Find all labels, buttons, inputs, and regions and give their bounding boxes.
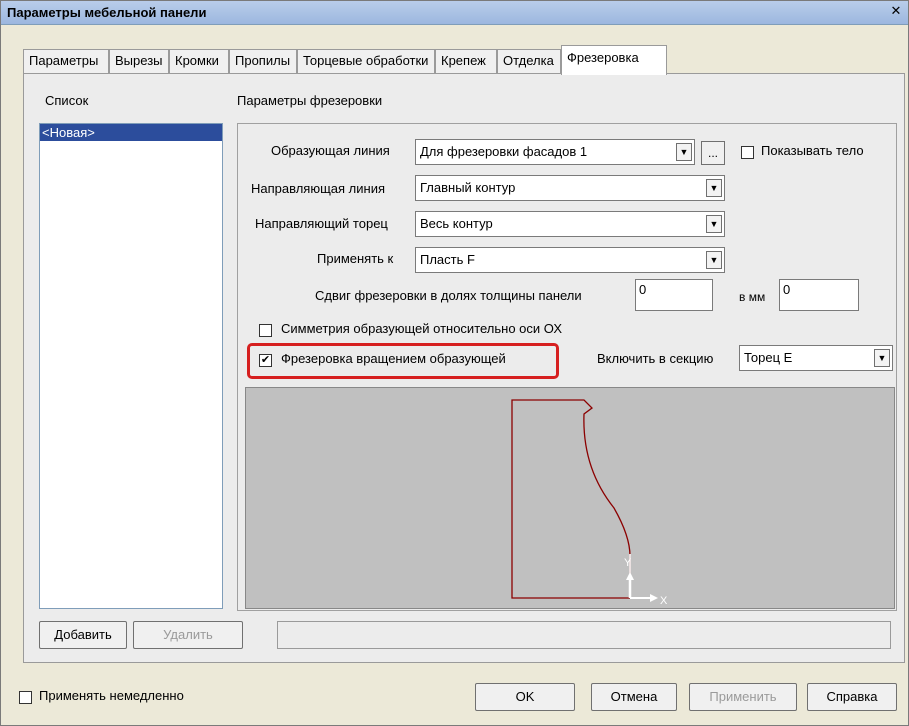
status-field xyxy=(277,621,891,649)
chevron-down-icon[interactable]: ▼ xyxy=(706,251,722,269)
delete-button[interactable]: Удалить xyxy=(133,621,243,649)
dialog-window: Параметры мебельной панели ✕ Параметры В… xyxy=(0,0,909,726)
axis-y-label: Y xyxy=(624,557,632,569)
guide-line-select[interactable]: Главный контур ▼ xyxy=(415,175,725,201)
guide-line-label: Направляющая линия xyxy=(251,181,386,196)
apply-immediately-label: Применять немедленно xyxy=(39,688,184,703)
tab-fasteners[interactable]: Крепеж xyxy=(435,49,497,73)
show-body-checkbox[interactable] xyxy=(741,146,754,159)
guide-end-label: Направляющий торец xyxy=(255,216,388,231)
cancel-button[interactable]: Отмена xyxy=(591,683,677,711)
guide-end-select[interactable]: Весь контур ▼ xyxy=(415,211,725,237)
chevron-down-icon[interactable]: ▼ xyxy=(706,215,722,233)
tab-parameters[interactable]: Параметры xyxy=(23,49,109,73)
title-bar[interactable]: Параметры мебельной панели ✕ xyxy=(1,1,908,25)
list-item[interactable]: <Новая> xyxy=(40,124,222,141)
profile-outline xyxy=(511,399,631,599)
profile-drawing: Y X xyxy=(511,399,668,607)
section-label: Включить в секцию xyxy=(597,351,714,366)
forming-line-value: Для фрезеровки фасадов 1 xyxy=(420,144,588,159)
tab-edges[interactable]: Кромки xyxy=(169,49,229,73)
mm-input[interactable]: 0 xyxy=(779,279,859,311)
list-heading: Список xyxy=(45,93,89,108)
add-button[interactable]: Добавить xyxy=(39,621,127,649)
rotation-checkbox[interactable]: ✔ xyxy=(259,354,272,367)
apply-to-select[interactable]: Пласть F ▼ xyxy=(415,247,725,273)
apply-to-label: Применять к xyxy=(317,251,394,266)
symmetry-label: Симметрия образующей относительно оси ОХ xyxy=(281,321,562,336)
tab-finishing[interactable]: Отделка xyxy=(497,49,561,73)
axis-y-arrow xyxy=(626,572,634,580)
symmetry-checkbox[interactable] xyxy=(259,324,272,337)
ok-button[interactable]: OK xyxy=(475,683,575,711)
chevron-down-icon[interactable]: ▼ xyxy=(676,143,692,161)
shift-input[interactable]: 0 xyxy=(635,279,713,311)
chevron-down-icon[interactable]: ▼ xyxy=(874,349,890,367)
tab-cutouts[interactable]: Вырезы xyxy=(109,49,169,73)
tab-milling[interactable]: Фрезеровка xyxy=(561,45,667,75)
rotation-label: Фрезеровка вращением образующей xyxy=(281,351,506,366)
guide-line-value: Главный контур xyxy=(420,180,516,195)
section-select[interactable]: Торец E ▼ xyxy=(739,345,893,371)
milling-list[interactable]: <Новая> xyxy=(39,123,223,609)
window-title: Параметры мебельной панели xyxy=(7,5,207,20)
apply-to-value: Пласть F xyxy=(420,252,475,267)
help-button[interactable]: Справка xyxy=(807,683,897,711)
tab-cuts[interactable]: Пропилы xyxy=(229,49,297,73)
mm-label: в мм xyxy=(739,290,766,304)
milling-heading: Параметры фрезеровки xyxy=(237,93,383,108)
tab-end-processing[interactable]: Торцевые обработки xyxy=(297,49,435,73)
shift-label: Сдвиг фрезеровки в долях толщины панели xyxy=(315,288,582,303)
show-body-label: Показывать тело xyxy=(761,143,864,158)
chevron-down-icon[interactable]: ▼ xyxy=(706,179,722,197)
more-button[interactable]: ... xyxy=(701,141,725,165)
apply-immediately-checkbox[interactable] xyxy=(19,691,32,704)
forming-line-select[interactable]: Для фрезеровки фасадов 1 ▼ xyxy=(415,139,695,165)
guide-end-value: Весь контур xyxy=(420,216,493,231)
forming-line-label: Образующая линия xyxy=(271,143,390,158)
section-value: Торец E xyxy=(744,350,793,365)
apply-button[interactable]: Применить xyxy=(689,683,797,711)
axis-x-label: X xyxy=(660,595,668,607)
axis-x-arrow xyxy=(650,594,658,602)
profile-preview[interactable]: Y X xyxy=(245,387,895,609)
close-icon[interactable]: ✕ xyxy=(888,4,904,20)
